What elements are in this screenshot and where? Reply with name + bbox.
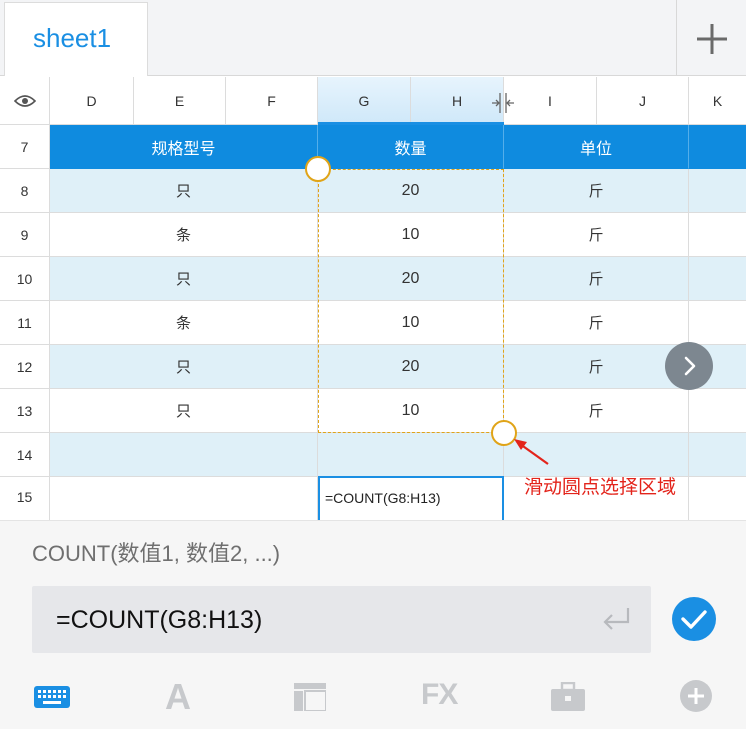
- column-header-f[interactable]: F: [226, 77, 318, 125]
- table-cell-spec[interactable]: 条: [50, 213, 318, 257]
- resize-icon: [492, 93, 514, 113]
- table-cell-spec[interactable]: 只: [50, 389, 318, 433]
- add-sheet-button[interactable]: [677, 0, 746, 76]
- selection-hint-text: 滑动圆点选择区域: [524, 476, 677, 498]
- column-header-d[interactable]: D: [50, 77, 134, 125]
- sheet-tab-label: sheet1: [33, 23, 112, 53]
- column-resize-handle[interactable]: [491, 92, 515, 118]
- table-cell-empty[interactable]: [689, 433, 746, 477]
- enter-icon[interactable]: [600, 604, 634, 634]
- table-cell-k[interactable]: [689, 213, 746, 257]
- sheet-tab-sheet1[interactable]: sheet1: [4, 2, 148, 76]
- check-icon: [681, 610, 707, 629]
- row-header-15[interactable]: 15: [0, 477, 50, 521]
- table-cell-unit[interactable]: 斤: [504, 301, 689, 345]
- table-cell-unit[interactable]: 斤: [504, 213, 689, 257]
- fx-icon[interactable]: FX: [421, 678, 458, 712]
- add-circle-icon[interactable]: [680, 680, 712, 712]
- layout-icon[interactable]: [294, 683, 326, 711]
- select-all-corner[interactable]: [0, 77, 50, 125]
- selection-start-handle[interactable]: [305, 156, 331, 182]
- table-cell-k[interactable]: [689, 257, 746, 301]
- function-signature-hint: COUNT(数值1, 数值2, ...): [32, 541, 281, 566]
- table-cell-k[interactable]: [689, 389, 746, 433]
- scroll-right-button[interactable]: [665, 342, 713, 390]
- table-cell-unit[interactable]: 斤: [504, 345, 689, 389]
- table-cell-k[interactable]: [689, 169, 746, 213]
- row-header-11[interactable]: 11: [0, 301, 50, 345]
- table-cell-unit[interactable]: 斤: [504, 169, 689, 213]
- row-header-13[interactable]: 13: [0, 389, 50, 433]
- formula-text: =COUNT(G8:H13): [56, 606, 263, 634]
- active-cell-value: =COUNT(G8:H13): [325, 490, 441, 506]
- table-cell-spec[interactable]: 条: [50, 301, 318, 345]
- column-header-e[interactable]: E: [134, 77, 226, 125]
- plus-icon: [697, 24, 727, 54]
- row-header-12[interactable]: 12: [0, 345, 50, 389]
- row-header-14[interactable]: 14: [0, 433, 50, 477]
- table-cell-empty[interactable]: [50, 477, 318, 521]
- row-header-9[interactable]: 9: [0, 213, 50, 257]
- column-header-g[interactable]: G: [318, 77, 411, 125]
- table-cell-spec[interactable]: 只: [50, 345, 318, 389]
- table-cell-unit[interactable]: 斤: [504, 389, 689, 433]
- table-cell-empty[interactable]: [318, 433, 504, 477]
- active-cell[interactable]: =COUNT(G8:H13): [318, 476, 504, 520]
- header-cell-unit[interactable]: 单位: [504, 125, 689, 169]
- chevron-right-icon: [684, 356, 696, 376]
- column-header-k[interactable]: K: [689, 77, 746, 125]
- font-icon[interactable]: A: [165, 676, 191, 718]
- selection-range: [318, 169, 504, 433]
- header-cell-spec[interactable]: 规格型号: [50, 125, 318, 169]
- table-cell-spec[interactable]: 只: [50, 169, 318, 213]
- keyboard-icon[interactable]: [34, 686, 70, 708]
- column-header-j[interactable]: J: [597, 77, 689, 125]
- row-header-10[interactable]: 10: [0, 257, 50, 301]
- confirm-button[interactable]: [672, 597, 716, 641]
- table-cell-empty[interactable]: [50, 433, 318, 477]
- header-cell-k[interactable]: [689, 125, 746, 169]
- table-cell-spec[interactable]: 只: [50, 257, 318, 301]
- table-cell-k[interactable]: [689, 301, 746, 345]
- column-header-i[interactable]: I: [504, 77, 597, 125]
- table-cell-empty[interactable]: [689, 477, 746, 521]
- row-header-7[interactable]: 7: [0, 125, 50, 169]
- row-header-8[interactable]: 8: [0, 169, 50, 213]
- header-cell-qty[interactable]: 数量: [318, 125, 504, 169]
- table-cell-unit[interactable]: 斤: [504, 257, 689, 301]
- annotation-arrow-icon: [514, 439, 549, 465]
- eye-icon: [13, 94, 36, 107]
- toolbox-icon[interactable]: [551, 682, 585, 712]
